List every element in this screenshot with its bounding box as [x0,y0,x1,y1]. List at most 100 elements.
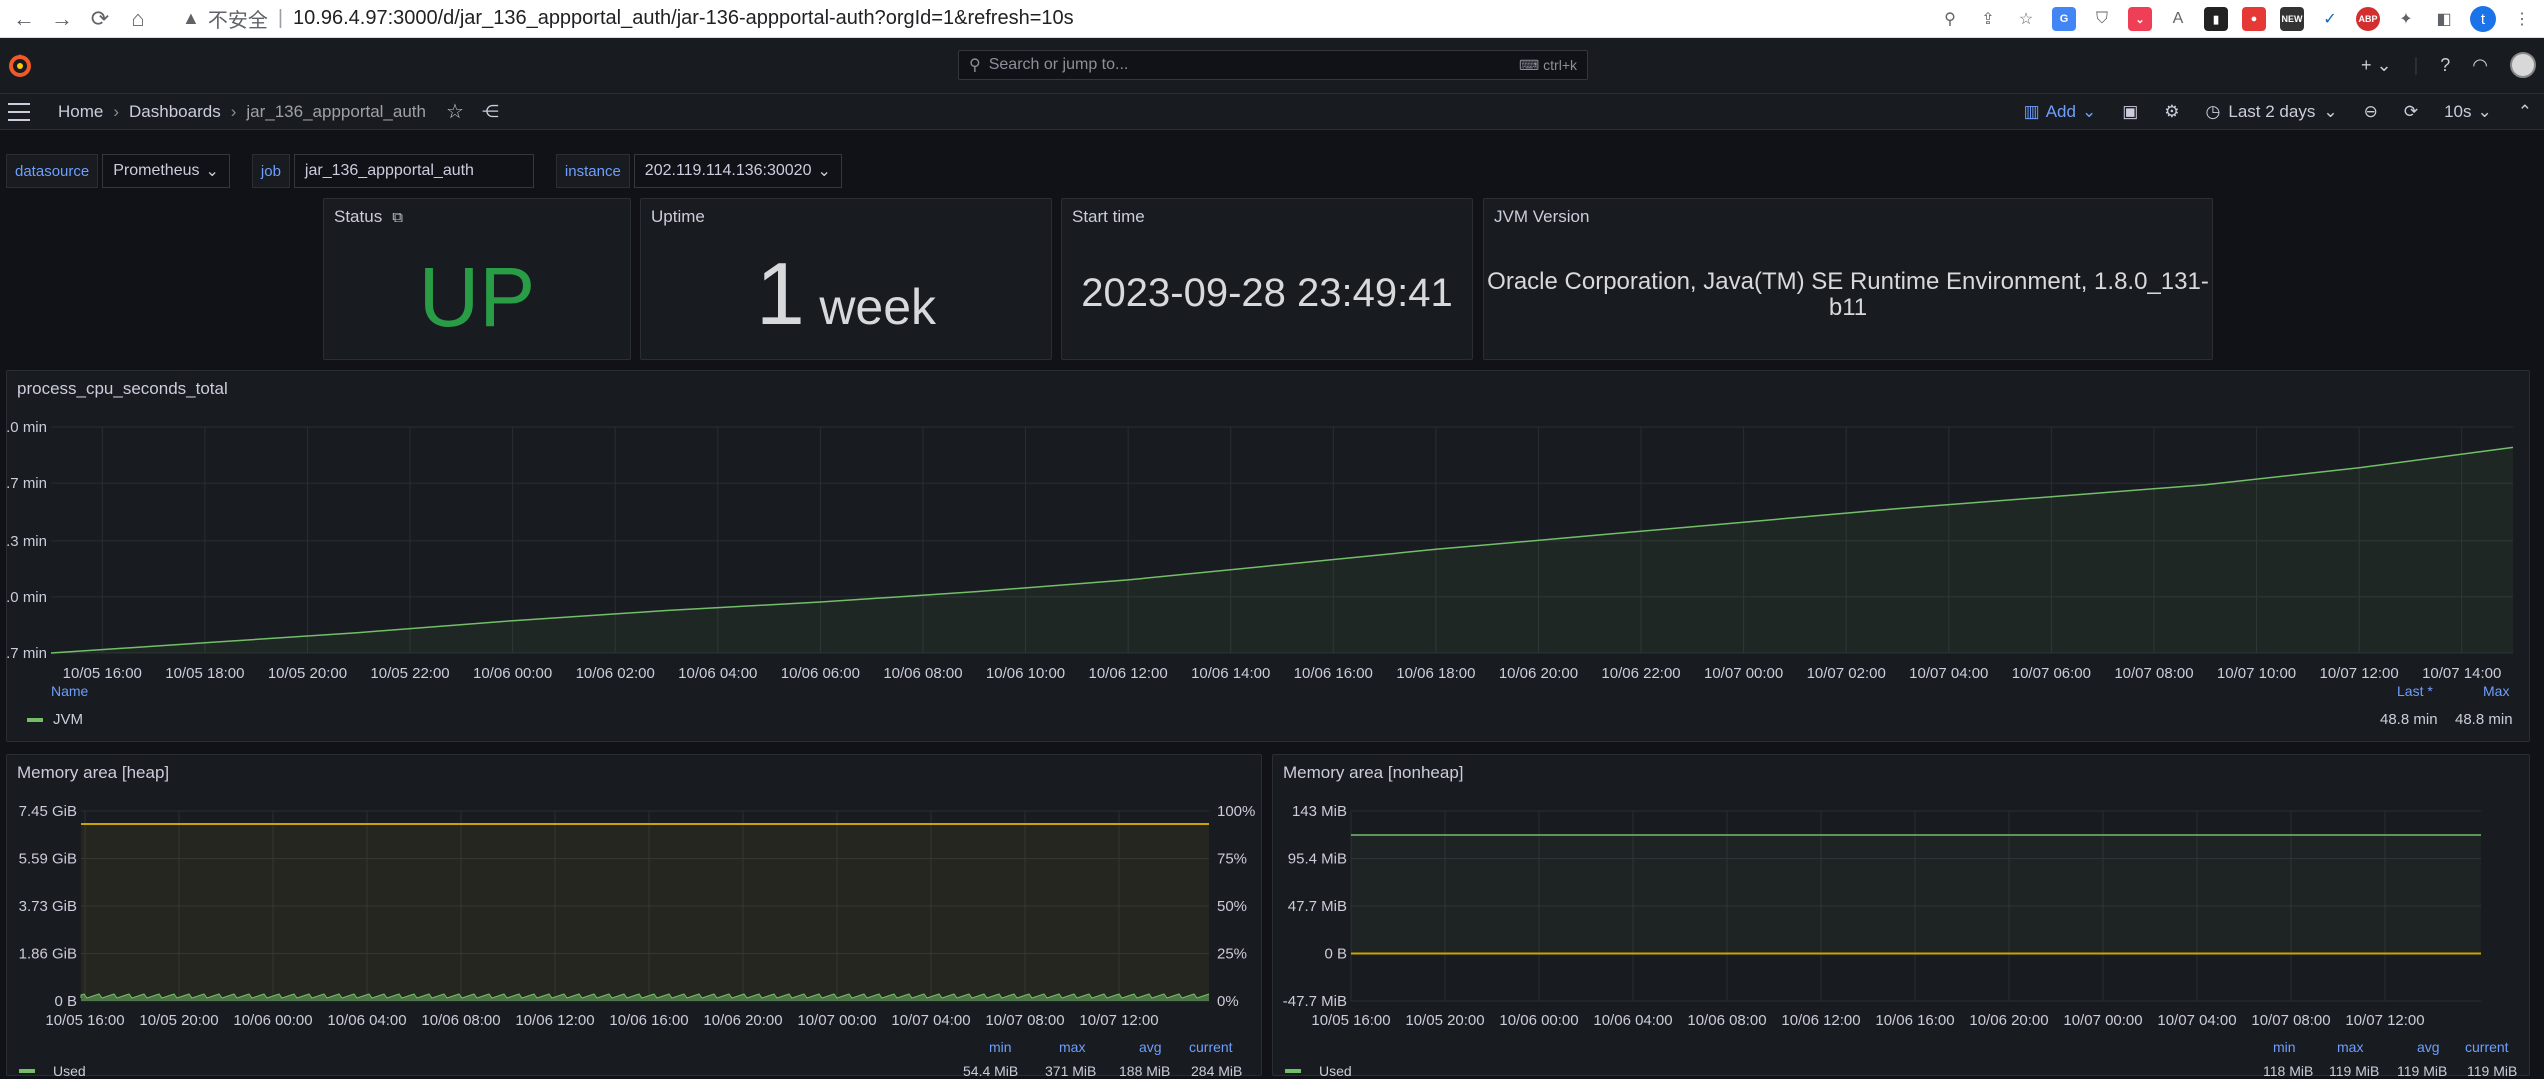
legend-min-header[interactable]: min [989,1039,1012,1055]
x-tick-label: 10/06 08:00 [1687,1012,1766,1029]
legend-min-value: 54.4 MiB [963,1063,1019,1079]
legend-current-value: 119 MiB [2467,1063,2518,1079]
refresh-interval-picker[interactable]: 10s ⌄ [2444,102,2492,122]
legend-max-header[interactable]: max [1059,1039,1085,1055]
var-select-datasource[interactable]: Prometheus ⌄ [102,154,230,188]
ext-a-icon[interactable]: A [2166,7,2190,31]
home-icon[interactable]: ⌂ [124,5,152,33]
browser-menu-icon[interactable]: ⋮ [2510,7,2534,31]
legend-avg-value: 119 MiB [2397,1063,2448,1079]
var-label-instance: instance [555,154,630,188]
back-icon[interactable]: ← [10,5,38,33]
legend-current-value: 284 MiB [1191,1063,1243,1079]
legend-item-used[interactable]: Used [19,1063,86,1079]
jvm-version-panel: JVM Version Oracle Corporation, Java(TM)… [1483,198,2213,360]
star-icon[interactable]: ☆ [446,99,464,124]
breadcrumb-dashboards[interactable]: Dashboards [129,102,221,122]
news-rss-icon[interactable]: ◠ [2472,55,2488,76]
user-avatar[interactable] [2510,52,2536,78]
collapse-chevron-up-icon[interactable]: ⌃ [2518,102,2532,122]
y-tick-label-left: 5.59 GiB [19,851,77,868]
record-icon[interactable]: ● [2242,7,2266,31]
nonheap-panel: Memory area [nonheap] 143 MiB 95.4 MiB 47.… [1272,754,2530,1079]
x-tick-label: 10/07 04:00 [1909,665,1988,682]
chevron-down-icon: ⌄ [2081,102,2097,121]
x-tick-label: 10/07 12:00 [2320,665,2399,682]
legend-min-value: 118 MiB [2263,1063,2314,1079]
settings-gear-icon[interactable]: ⚙ [2164,102,2179,122]
time-picker[interactable]: ◷ Last 2 days ⌄ [2206,102,2338,122]
forward-icon[interactable]: → [48,5,76,33]
translate-icon[interactable]: G [2052,7,2076,31]
grafana-logo-icon[interactable] [6,52,34,80]
breadcrumb-bar: Home › Dashboards › jar_136_appportal_au… [0,94,2544,130]
breadcrumb: Home › Dashboards › jar_136_appportal_au… [58,99,499,124]
x-tick-label: 10/05 18:00 [165,665,244,682]
legend-avg-header[interactable]: avg [2417,1039,2440,1055]
ext-v-icon[interactable]: ✓ [2318,7,2342,31]
zoom-out-icon[interactable]: ⊖ [2364,102,2378,122]
legend-last-value: 48.8 min [2380,711,2438,728]
new-ext-icon[interactable]: NEW [2280,7,2304,31]
sidebar-icon[interactable]: ◧ [2432,7,2456,31]
var-input-job[interactable]: jar_136_appportal_auth [293,154,534,188]
legend-max-header[interactable]: max [2337,1039,2363,1055]
x-tick-label: 10/06 16:00 [1875,1012,1954,1029]
shield-ext-icon[interactable]: ⛉ [2090,7,2114,31]
address-bar[interactable]: ▲ 不安全 | 10.96.4.97:3000/d/jar_136_apppor… [182,4,1074,34]
share-dashboard-icon[interactable]: ⋲ [482,102,499,122]
breadcrumb-current: jar_136_appportal_auth [246,101,426,121]
profile-avatar[interactable]: t [2470,6,2496,32]
legend-avg-header[interactable]: avg [1139,1039,1162,1055]
url-text[interactable]: 10.96.4.97:3000/d/jar_136_appportal_auth… [293,7,1074,30]
chevron-down-icon: ⌄ [2323,102,2338,121]
var-select-instance[interactable]: 202.119.114.136:30020 ⌄ [633,154,842,188]
browser-toolbar: ← → ⟳ ⌂ ▲ 不安全 | 10.96.4.97:3000/d/jar_13… [0,0,2544,38]
x-tick-label: 10/06 06:00 [781,665,860,682]
x-tick-label: 10/07 08:00 [985,1012,1064,1029]
legend-item-jvm[interactable]: JVM [27,711,83,728]
terminal-icon[interactable]: ▮ [2204,7,2228,31]
zoom-icon[interactable]: ⚲ [1938,7,1962,31]
external-link-icon[interactable]: ⧉ [392,209,403,226]
legend-current-header[interactable]: current [1189,1039,1233,1055]
new-plus-icon[interactable]: + ⌄ [2361,55,2392,76]
jvm-version-line1: Oracle Corporation, Java(TM) SE Runtime … [1487,268,2209,295]
legend-last-header[interactable]: Last * [2397,683,2433,699]
y-tick-label: 143 MiB [1292,803,1347,820]
y-tick-label-right: 100% [1217,803,1255,820]
share-icon[interactable]: ⇪ [1976,7,2000,31]
pocket-icon[interactable]: ⌄ [2128,7,2152,31]
heap-panel: Memory area [heap] 7.45 GiB 100% 5.59 GiB 7… [6,754,1262,1079]
refresh-icon[interactable]: ⟳ [2404,102,2418,122]
search-input[interactable]: ⚲ Search or jump to... ⌨ ctrl+k [958,50,1588,80]
bookmark-star-icon[interactable]: ☆ [2014,7,2038,31]
template-variables: datasource Prometheus ⌄ job jar_136_apppo… [6,154,842,188]
insecure-label: 不安全 [207,10,268,32]
reload-icon[interactable]: ⟳ [86,5,114,33]
legend-min-header[interactable]: min [2273,1039,2296,1055]
start-time-panel: Start time 2023-09-28 23:49:41 [1061,198,1473,360]
extensions-puzzle-icon[interactable]: ✦ [2394,7,2418,31]
hamburger-menu-icon[interactable] [8,102,30,121]
breadcrumb-home[interactable]: Home [58,102,103,122]
x-tick-label: 10/05 22:00 [370,665,449,682]
x-tick-label: 10/06 12:00 [1089,665,1168,682]
x-tick-label: 10/06 00:00 [1499,1012,1578,1029]
legend-current-header[interactable]: current [2465,1039,2509,1055]
status-value: UP [418,250,536,344]
x-tick-label: 10/07 04:00 [891,1012,970,1029]
legend-item-used[interactable]: Used [1285,1063,1352,1079]
adblock-icon[interactable]: ABP [2356,7,2380,31]
search-shortcut: ctrl+k [1543,57,1577,73]
save-icon[interactable]: ▣ [2122,102,2138,122]
chevron-down-icon: ⌄ [205,163,219,180]
x-tick-label: 10/05 16:00 [45,1012,124,1029]
help-icon[interactable]: ? [2440,55,2450,76]
add-button[interactable]: ▥ Add ⌄ [2024,102,2097,122]
keyboard-icon: ⌨ [1518,56,1540,73]
x-tick-label: 10/05 16:00 [1311,1012,1390,1029]
legend-color-swatch [1285,1069,1301,1073]
legend-max-header[interactable]: Max [2483,683,2509,699]
max-area [81,824,1209,1001]
